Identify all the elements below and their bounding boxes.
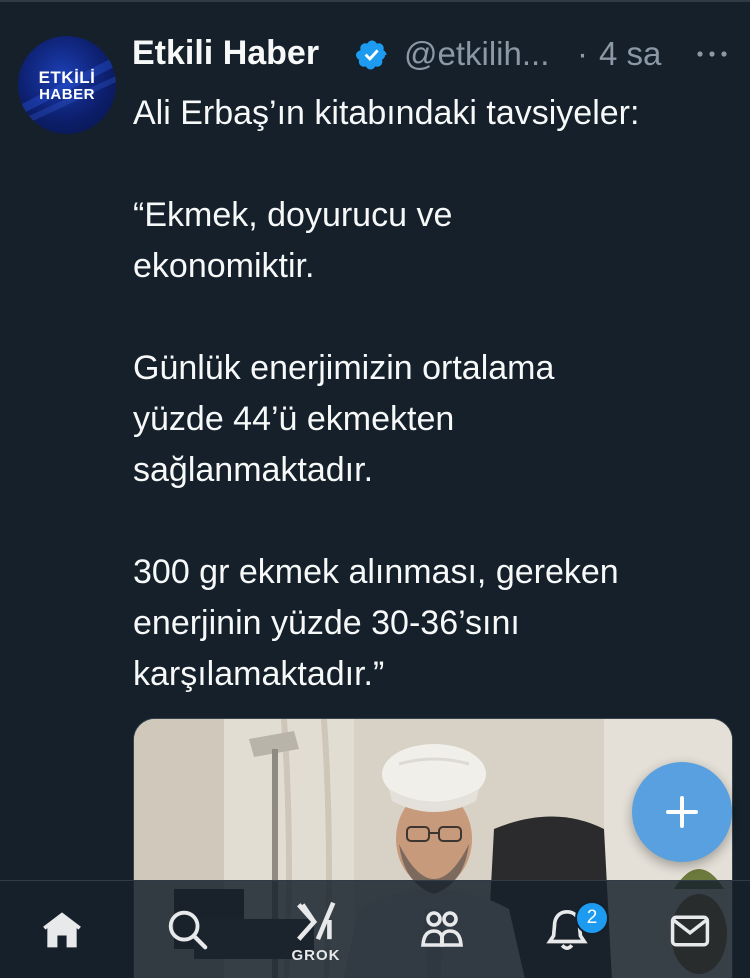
app-screen: ETKİLİ HABER Etkili Haber @etkilih... · … [0, 0, 750, 978]
nav-notifications[interactable]: 2 [526, 881, 609, 978]
nav-messages[interactable] [650, 881, 730, 978]
grok-label: GROK [291, 947, 341, 964]
tweet-header: Etkili Haber @etkilih... · 4 sa [132, 30, 732, 80]
notification-count-badge: 2 [575, 901, 609, 935]
display-name[interactable]: Etkili Haber [132, 34, 319, 73]
home-icon [43, 912, 81, 948]
nav-communities[interactable] [402, 881, 482, 978]
plus-icon [666, 796, 698, 828]
divider [0, 0, 750, 2]
bottom-nav: GROK 2 [0, 880, 750, 978]
avatar[interactable]: ETKİLİ HABER [18, 36, 116, 134]
search-icon [168, 910, 208, 950]
tweet-text: Ali Erbaş’ın kitabındaki tavsiyeler: “Ek… [133, 94, 640, 693]
more-icon[interactable] [694, 46, 730, 62]
verified-badge-icon [356, 40, 387, 70]
nav-search[interactable] [146, 881, 226, 978]
communities-icon [421, 911, 463, 947]
compose-button[interactable] [632, 762, 732, 862]
user-handle[interactable]: @etkilih... [404, 35, 574, 73]
separator-dot: · [577, 35, 588, 72]
mail-icon [670, 915, 710, 947]
avatar-text-line1: ETKİLİ [38, 68, 96, 87]
timestamp[interactable]: 4 sa [599, 35, 661, 73]
nav-grok[interactable]: GROK [276, 881, 356, 978]
avatar-text-line2: HABER [39, 86, 95, 103]
nav-home[interactable] [22, 881, 102, 978]
grok-icon [297, 901, 336, 941]
